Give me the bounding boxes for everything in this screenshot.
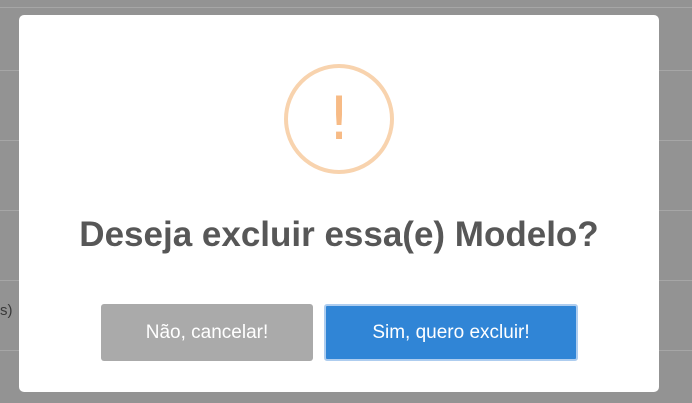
confirm-delete-button[interactable]: Sim, quero excluir! <box>324 304 578 361</box>
dialog-title: Deseja excluir essa(e) Modelo? <box>79 215 599 254</box>
exclamation-warning-icon: ! <box>284 64 394 174</box>
cancel-button[interactable]: Não, cancelar! <box>101 304 313 361</box>
confirm-delete-dialog: ! Deseja excluir essa(e) Modelo? Não, ca… <box>19 15 659 392</box>
warning-glyph: ! <box>326 84 352 154</box>
background-cell-text: s) <box>0 302 13 319</box>
background-row-divider <box>0 7 692 8</box>
